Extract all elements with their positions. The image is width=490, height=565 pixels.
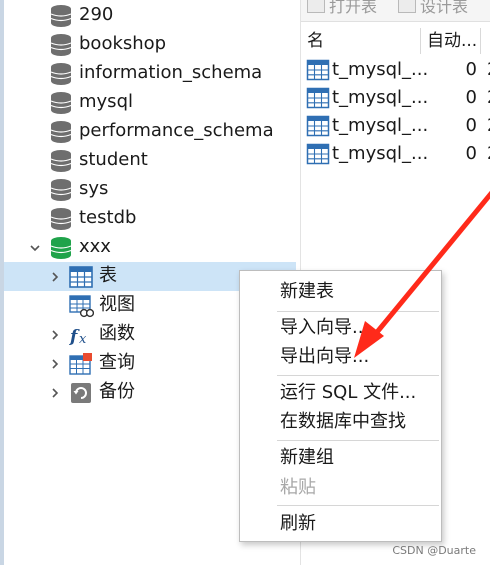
open-table-icon	[307, 0, 325, 13]
menu-separator	[277, 505, 439, 506]
tree-item-label: 查询	[99, 352, 135, 373]
db-row-bookshop[interactable]: bookshop	[4, 30, 296, 59]
menu-item-import-wizard[interactable]: 导入向导...	[280, 316, 369, 340]
column-header-name[interactable]: 名	[301, 28, 421, 54]
view-icon	[69, 295, 94, 318]
open-table-button[interactable]: 打开表	[307, 0, 377, 16]
object-toolbar: 打开表 设计表	[301, 0, 490, 22]
menu-item-find-in-database[interactable]: 在数据库中查找	[280, 410, 406, 434]
row-name: t_mysql_...	[332, 87, 429, 108]
function-icon: f x	[69, 327, 87, 347]
db-row-xxx[interactable]: xxx	[4, 233, 296, 262]
menu-separator	[277, 440, 439, 441]
db-row-sys[interactable]: sys	[4, 175, 296, 204]
design-table-button[interactable]: 设计表	[398, 0, 468, 16]
chevron-right-icon[interactable]	[48, 357, 62, 371]
db-label: mysql	[79, 91, 133, 112]
column-header-label: 自动...	[427, 31, 478, 51]
database-icon	[50, 150, 72, 172]
database-icon	[50, 63, 72, 85]
table-row[interactable]: t_mysql_... 0 2	[301, 140, 490, 168]
db-label: performance_schema	[79, 120, 274, 141]
db-label: xxx	[79, 236, 111, 257]
database-icon	[50, 208, 72, 230]
database-icon	[50, 5, 72, 27]
chevron-right-icon[interactable]	[48, 270, 62, 284]
chevron-right-icon[interactable]	[48, 328, 62, 342]
row-auto: 0	[465, 143, 477, 164]
db-row-mysql[interactable]: mysql	[4, 88, 296, 117]
tree-item-label: 备份	[99, 381, 135, 402]
database-icon	[50, 92, 72, 114]
context-menu: 新建表 导入向导... 导出向导... 运行 SQL 文件... 在数据库中查找…	[239, 270, 442, 542]
table-icon	[69, 266, 93, 288]
database-icon	[50, 179, 72, 201]
db-row-testdb[interactable]: testdb	[4, 204, 296, 233]
row-name: t_mysql_...	[332, 59, 429, 80]
tree-item-label: 表	[99, 265, 117, 286]
table-row[interactable]: t_mysql_... 0 2	[301, 84, 490, 112]
menu-item-export-wizard[interactable]: 导出向导...	[280, 345, 369, 369]
table-icon	[306, 143, 330, 165]
query-icon	[69, 353, 92, 375]
svg-text:x: x	[79, 332, 87, 347]
db-label: 290	[79, 4, 114, 25]
table-row[interactable]: t_mysql_... 0 2	[301, 112, 490, 140]
menu-item-refresh[interactable]: 刷新	[280, 512, 316, 536]
table-icon	[306, 115, 330, 137]
menu-item-new-table[interactable]: 新建表	[280, 280, 334, 304]
database-icon	[50, 121, 72, 143]
watermark: CSDN @Duarte	[392, 544, 476, 557]
table-row[interactable]: t_mysql_... 0 2	[301, 56, 490, 84]
design-table-icon	[398, 0, 416, 13]
menu-item-new-group[interactable]: 新建组	[280, 446, 334, 470]
backup-icon	[71, 383, 91, 403]
database-icon	[50, 34, 72, 56]
database-active-icon	[50, 237, 72, 259]
column-header-label: 名	[307, 31, 324, 51]
tree-item-label: 视图	[99, 294, 135, 315]
table-icon	[306, 59, 330, 81]
menu-separator	[277, 375, 439, 376]
row-auto: 0	[465, 115, 477, 136]
table-icon	[306, 87, 330, 109]
grid-header: 名 自动...	[301, 28, 490, 54]
db-row-student[interactable]: student	[4, 146, 296, 175]
db-row-290[interactable]: 290	[4, 1, 296, 30]
db-label: sys	[79, 178, 109, 199]
db-label: bookshop	[79, 33, 167, 54]
row-auto: 0	[465, 87, 477, 108]
db-label: information_schema	[79, 62, 263, 83]
chevron-down-icon[interactable]	[28, 241, 42, 255]
db-label: student	[79, 149, 148, 170]
db-label: testdb	[79, 207, 137, 228]
row-name: t_mysql_...	[332, 143, 429, 164]
db-row-information-schema[interactable]: information_schema	[4, 59, 296, 88]
design-table-label: 设计表	[420, 0, 469, 16]
open-table-label: 打开表	[329, 0, 378, 16]
chevron-right-icon[interactable]	[48, 386, 62, 400]
row-auto: 0	[465, 59, 477, 80]
menu-separator	[277, 311, 439, 312]
tree-item-label: 函数	[99, 323, 135, 344]
db-row-performance-schema[interactable]: performance_schema	[4, 117, 296, 146]
row-name: t_mysql_...	[332, 115, 429, 136]
menu-item-paste: 粘贴	[280, 477, 316, 498]
column-header-auto[interactable]: 自动...	[421, 28, 481, 54]
menu-item-run-sql-file[interactable]: 运行 SQL 文件...	[280, 381, 416, 405]
